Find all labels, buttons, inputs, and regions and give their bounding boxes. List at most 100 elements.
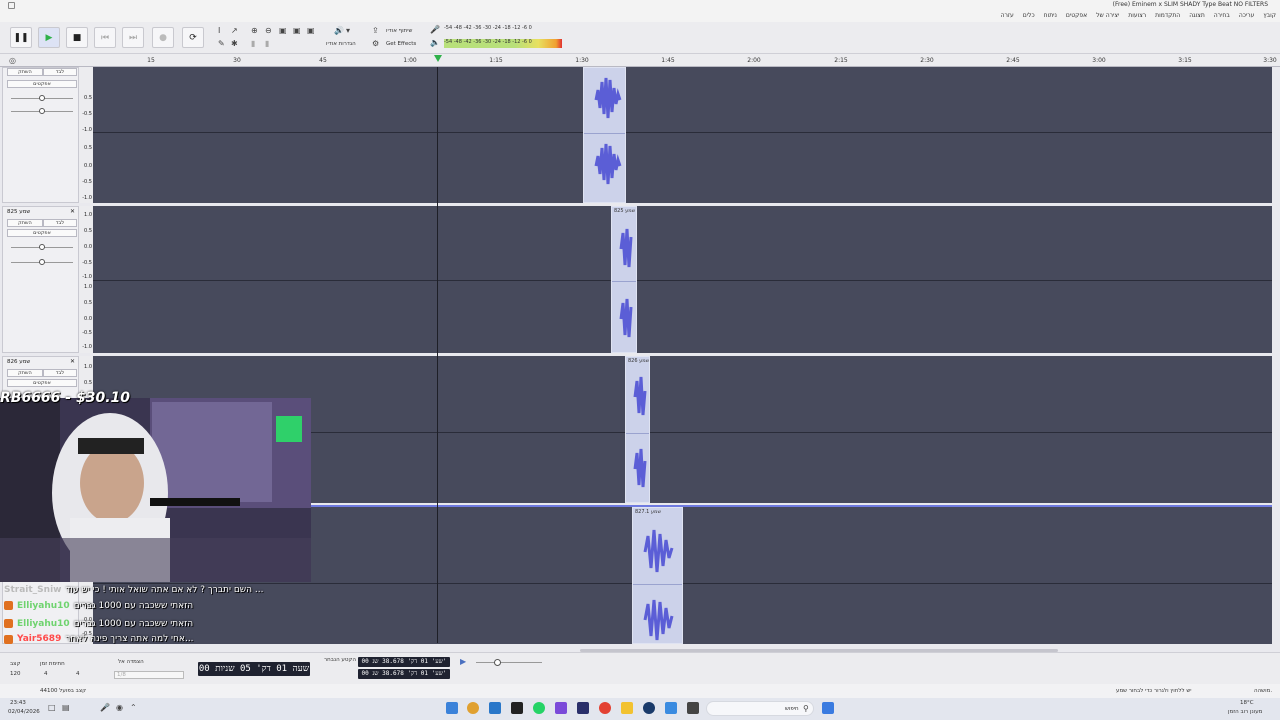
play-button[interactable]: ▶ [38,27,60,48]
time-display[interactable]: 00 שעה 01 דק' 05 שניות [198,662,310,676]
audio-setup-label[interactable]: הגדרות אודיו [326,41,356,47]
track-control-panel[interactable]: השתק לבד אפקטים [2,67,79,203]
network-icon[interactable]: ◉ [116,703,123,712]
get-effects-button[interactable]: Get Effects [386,41,416,47]
audio-clip[interactable]: שמע 827.1 [632,507,683,644]
record-meter[interactable]: -54 -48 -42 -36 -30 -24 -18 -12 -6 0 [444,25,532,34]
menu-file[interactable]: קובץ [1263,12,1276,19]
track-name[interactable]: שמע 826 [7,359,30,365]
share-audio-button[interactable]: שיתוף אודיו [386,28,412,34]
audacity-taskbar-icon[interactable] [577,702,589,714]
audio-clip[interactable]: שמע 826 [625,356,650,503]
horizontal-scrollbar[interactable] [580,649,1058,652]
gain-slider-knob[interactable] [39,95,45,101]
audio-clip[interactable]: שמע 825 [611,206,637,353]
clock-date[interactable]: 02/04/2026 [8,709,40,715]
chevron-down-icon[interactable]: ▾ [346,26,350,35]
speaker-icon[interactable]: 🔊 [334,26,344,35]
chevron-up-icon[interactable]: ⌃ [130,703,137,712]
menu-edit[interactable]: עריכה [1239,12,1255,19]
app-icon[interactable] [555,702,567,714]
gain-slider-knob[interactable] [39,244,45,250]
pause-button[interactable]: ❚❚ [10,27,32,48]
app-icon[interactable] [467,702,479,714]
menu-effects[interactable]: אפקטים [1066,12,1087,19]
steam-icon[interactable] [643,702,655,714]
playback-meter[interactable]: -54 -48 -42 -36 -30 -24 -18 -12 -6 0 [444,39,562,48]
zoom-toggle-icon[interactable]: ▣ [307,26,315,35]
audio-clip[interactable] [583,67,626,203]
snap-select[interactable]: 1/8 [114,671,184,679]
menu-tracks[interactable]: רצועות [1128,12,1146,19]
menu-analyze[interactable]: ניתוח [1044,12,1057,19]
track-name[interactable]: שמע 825 [7,209,30,215]
effects-icon[interactable]: ⚙ [372,39,379,48]
skip-start-button[interactable]: ⏮ [94,27,116,48]
speed-slider-knob[interactable] [494,659,501,666]
play-head-marker[interactable] [434,55,442,62]
app-icon[interactable] [687,702,699,714]
app-icon[interactable] [446,702,458,714]
envelope-tool-icon[interactable]: ↗ [231,26,238,35]
loop-button[interactable]: ⟳ [182,27,204,48]
effects-button[interactable]: אפקטים [7,379,77,387]
skip-end-button[interactable]: ⏭ [122,27,144,48]
trim-icon[interactable]: ▮ [251,39,255,48]
chrome-icon[interactable] [599,702,611,714]
menu-select[interactable]: בחירה [1214,12,1230,19]
stop-button[interactable]: ■ [66,27,88,48]
fit-project-icon[interactable]: ▣ [293,26,301,35]
tempo-value[interactable]: 120 [10,671,21,677]
play-at-speed-icon[interactable]: ▶ [460,657,466,666]
close-icon[interactable]: ✕ [70,208,75,215]
menu-view[interactable]: תצוגה [1189,12,1205,19]
track-control-panel[interactable]: שמע 825 ✕ השתק לבד אפקטים [2,206,79,353]
start-menu-icon[interactable] [822,702,834,714]
display-icon[interactable]: ▤ [62,703,70,712]
timeline-ruler[interactable]: ◎ 15 30 45 1:00 1:15 1:30 1:45 2:00 2:15… [0,54,1280,67]
fit-selection-icon[interactable]: ▣ [279,26,287,35]
pan-slider-knob[interactable] [39,259,45,265]
solo-button[interactable]: לבד [43,219,77,227]
close-icon[interactable]: ✕ [70,358,75,365]
draw-tool-icon[interactable]: ✎ [218,39,225,48]
ruler-settings-icon[interactable]: ◎ [9,56,16,65]
selection-start-field[interactable]: 00 שע' 01 דק' 38.678 שנ' [358,657,450,667]
weather-description[interactable]: מעונן רוב הזמן [1228,709,1262,715]
folder-icon[interactable] [621,702,633,714]
share-icon[interactable]: ⇪ [372,26,379,35]
audio-track-1[interactable]: השתק לבד אפקטים 0.5 -0.5 -1.0 0.5 0.0 -0… [0,67,1272,203]
track-lane[interactable]: שמע 825 [93,206,1272,353]
menu-help[interactable]: עזרה [1001,12,1014,19]
solo-button[interactable]: לבד [43,369,77,377]
mute-button[interactable]: השתק [7,68,43,76]
zoom-in-icon[interactable]: ⊕ [251,26,258,35]
app-icon[interactable] [511,702,523,714]
weather-temp[interactable]: 18°C [1240,700,1254,706]
solo-button[interactable]: לבד [43,68,77,76]
notification-icon[interactable]: □ [48,703,56,712]
whatsapp-icon[interactable] [533,702,545,714]
clock-time[interactable]: 23:43 [10,700,26,706]
menu-transport[interactable]: התקדמות [1155,12,1180,19]
taskbar-search[interactable]: חיפוש ⚲ [706,701,814,716]
effects-button[interactable]: אפקטים [7,229,77,237]
menu-tools[interactable]: כלים [1023,12,1035,19]
track-lane[interactable] [93,67,1272,203]
pan-slider-knob[interactable] [39,108,45,114]
record-button[interactable]: ● [152,27,174,48]
selection-end-field[interactable]: 00 שע' 01 דק' 38.678 שנ' [358,669,450,679]
silence-icon[interactable]: ▮ [265,39,269,48]
mute-button[interactable]: השתק [7,219,43,227]
app-icon[interactable] [665,702,677,714]
mute-button[interactable]: השתק [7,369,43,377]
menu-generate[interactable]: יצירה של [1096,12,1119,19]
time-signature-denominator[interactable]: 4 [76,671,80,677]
speed-slider[interactable] [476,662,542,663]
selection-tool-icon[interactable]: I [218,26,220,35]
mic-icon[interactable]: 🎤 [100,703,110,712]
zoom-out-icon[interactable]: ⊖ [265,26,272,35]
audio-track-2[interactable]: שמע 825 ✕ השתק לבד אפקטים 1.0 0.5 0.0 -0… [0,206,1272,353]
app-icon[interactable] [489,702,501,714]
multi-tool-icon[interactable]: ✱ [231,39,238,48]
